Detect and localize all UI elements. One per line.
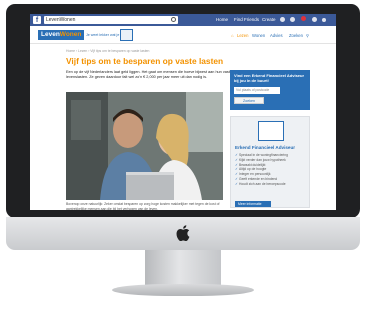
facebook-search-input[interactable]: LevenWonen: [44, 16, 178, 24]
monitor-stand-neck: [145, 250, 221, 286]
facebook-logo-icon[interactable]: f: [33, 16, 41, 24]
search-icon[interactable]: [171, 17, 176, 22]
nav-advies[interactable]: Advies: [270, 33, 283, 38]
site-header: LevenWonen Je weet lekker wat je doet ⌂ …: [30, 26, 336, 44]
list-item: Houdt zich aan de beroepscode: [235, 182, 309, 187]
levenwonen-logo[interactable]: LevenWonen: [38, 30, 85, 40]
article-intro: Een op de vijf Nederlanders laat geld li…: [66, 70, 232, 80]
breadcrumb[interactable]: Home › Lezen › Vijf tips om te besparen …: [66, 49, 149, 53]
postcode-input[interactable]: Vul plaats of postcode: [234, 87, 280, 94]
fb-nav-find-friends[interactable]: Find Friends: [234, 17, 259, 22]
search-icon[interactable]: ⚲: [306, 33, 309, 38]
home-icon[interactable]: ⌂: [231, 33, 234, 38]
facebook-top-bar: f LevenWonen Home Find Friends Create: [30, 14, 336, 26]
screen: f LevenWonen Home Find Friends Create Le…: [30, 14, 336, 210]
nav-zoeken[interactable]: Zoeken: [289, 33, 303, 38]
search-button[interactable]: Zoeken: [234, 97, 264, 104]
fb-nav-home[interactable]: Home: [216, 17, 228, 22]
nav-wonen[interactable]: Wonen: [252, 33, 265, 38]
erkend-badge-icon: [258, 121, 284, 141]
card-title: Erkend Financieel Adviseur: [235, 145, 296, 150]
logo-text-leven: Leven: [41, 31, 60, 38]
messenger-icon[interactable]: [290, 17, 295, 22]
desktop-monitor-mockup: f LevenWonen Home Find Friends Create Le…: [0, 0, 369, 309]
erkend-adviseur-card: Erkend Financieel Adviseur Speciaal in d…: [230, 116, 310, 208]
article-photo: [66, 92, 223, 200]
monitor-stand-foot: [112, 284, 254, 296]
apple-logo-icon: [176, 225, 190, 241]
friend-requests-icon[interactable]: [280, 17, 285, 22]
adviser-search-box: Vind een Erkend Financieel Adviseur bij …: [230, 70, 310, 110]
article-body: Bovenop onze natuurlijk: Zeker omdat bes…: [66, 202, 220, 210]
more-info-button[interactable]: Meer informatie: [235, 201, 271, 207]
nav-lezen[interactable]: Lezen: [237, 33, 248, 38]
search-value: LevenWonen: [46, 17, 76, 23]
adviser-search-heading: Vind een Erkend Financieel Adviseur bij …: [234, 73, 305, 83]
article-title: Vijf tips om te besparen op vaste lasten: [66, 56, 224, 66]
card-checklist: Speciaal in de woningfinanciering Kijkt …: [235, 153, 309, 187]
header-badge-icon: [120, 29, 133, 41]
fb-nav-create[interactable]: Create: [262, 17, 276, 22]
couple-with-laptop-image: [66, 92, 223, 200]
help-icon[interactable]: [312, 17, 317, 22]
notifications-icon[interactable]: [301, 16, 306, 21]
logo-text-wonen: Wonen: [59, 31, 82, 38]
account-menu-icon[interactable]: [322, 18, 326, 22]
